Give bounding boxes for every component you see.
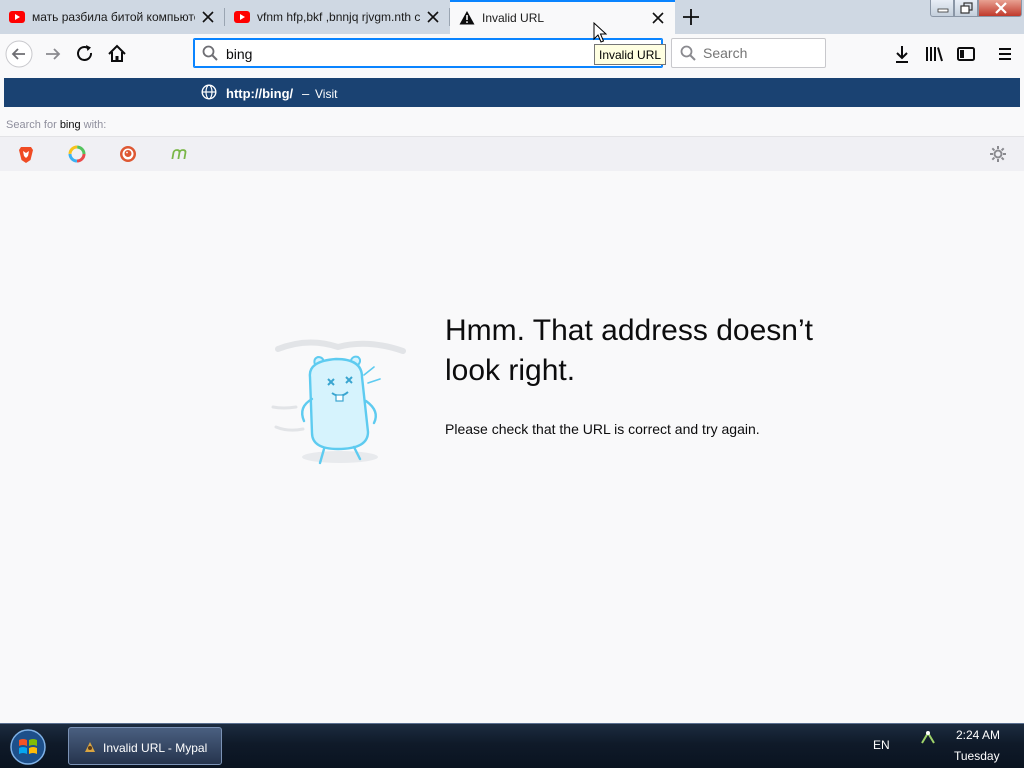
search-bar[interactable] — [671, 38, 826, 68]
clock-day[interactable]: Tuesday — [954, 749, 1000, 763]
error-title: Hmm. That address doesn’t look right. — [445, 314, 813, 387]
url-input[interactable] — [226, 44, 616, 64]
reload-icon[interactable] — [71, 40, 99, 68]
tab-title: мать разбила битой компьютер — [32, 10, 195, 24]
taskbar: Invalid URL - Mypal EN 2:24 AM Tuesday — [0, 723, 1024, 768]
restore-icon — [960, 2, 973, 14]
confused-hamster-illustration — [271, 339, 406, 465]
downloads-icon[interactable] — [888, 40, 916, 68]
library-icon[interactable] — [920, 40, 948, 68]
minimize-icon — [937, 8, 949, 13]
close-tab-icon[interactable] — [201, 10, 215, 24]
language-indicator[interactable]: EN — [873, 738, 890, 752]
tab-invalid-url[interactable]: Invalid URL — [450, 0, 675, 34]
menu-icon[interactable] — [991, 40, 1019, 68]
duckduckgo-icon[interactable] — [118, 144, 138, 164]
visit-url: http://bing/ — [226, 86, 294, 101]
network-tray-icon[interactable] — [920, 729, 936, 745]
tab-youtube-2[interactable]: vfnm hfp,bkf ,bnnjq rjvgm.nth c — [225, 0, 450, 34]
windows-start-button-icon[interactable] — [8, 727, 48, 767]
taskbar-item-mypal[interactable]: Invalid URL - Mypal — [68, 727, 222, 765]
navigation-toolbar — [0, 34, 1024, 74]
search-prefix: Search for — [6, 119, 60, 131]
tooltip: Invalid URL — [594, 44, 667, 65]
visit-separator: – — [302, 86, 310, 101]
mouse-cursor-icon — [593, 22, 607, 43]
url-autocomplete-popup: http://bing/ – Visit Search for bing wit… — [0, 74, 1024, 171]
tab-title: Invalid URL — [482, 11, 545, 25]
home-icon[interactable] — [103, 40, 131, 68]
taskbar-item-label: Invalid URL - Mypal — [103, 741, 208, 755]
mypal-app-icon — [85, 742, 95, 752]
visit-action-label: Visit — [315, 87, 338, 101]
visit-result-row[interactable]: http://bing/ – Visit — [4, 78, 1020, 107]
mojeek-icon[interactable] — [169, 144, 189, 164]
close-icon — [995, 2, 1007, 14]
error-page: Hmm. That address doesn’t look right. Pl… — [0, 171, 1024, 723]
close-tab-icon[interactable] — [426, 10, 440, 24]
search-suffix: with: — [80, 119, 107, 131]
error-description: Please check that the URL is correct and… — [445, 421, 760, 437]
youtube-icon — [9, 11, 25, 23]
back-button-icon[interactable] — [5, 40, 33, 68]
minimize-button[interactable] — [930, 0, 954, 17]
warning-icon — [459, 11, 475, 25]
tab-youtube-1[interactable]: мать разбила битой компьютер — [0, 0, 225, 34]
search-term: bing — [59, 119, 81, 131]
search-with-label: Search for bing with: — [6, 119, 106, 131]
clock-time[interactable]: 2:24 AM — [956, 728, 1000, 742]
youtube-icon — [234, 11, 250, 23]
qwant-icon[interactable] — [67, 144, 87, 164]
maximize-button[interactable] — [954, 0, 978, 17]
brave-icon[interactable] — [16, 144, 36, 164]
close-tab-icon[interactable] — [651, 11, 665, 25]
new-tab-icon[interactable] — [680, 6, 702, 28]
search-settings-gear-icon[interactable] — [989, 145, 1007, 163]
search-engine-bar — [0, 136, 1024, 171]
sidebar-icon[interactable] — [952, 40, 980, 68]
search-icon — [202, 45, 218, 61]
close-window-button[interactable] — [978, 0, 1022, 17]
forward-button-icon[interactable] — [39, 40, 67, 68]
search-input[interactable] — [703, 45, 818, 61]
tab-strip: мать разбила битой компьютер vfnm hfp,bk… — [0, 0, 1024, 34]
globe-icon — [201, 84, 217, 100]
search-icon — [680, 45, 696, 61]
tab-title: vfnm hfp,bkf ,bnnjq rjvgm.nth c — [257, 10, 420, 24]
